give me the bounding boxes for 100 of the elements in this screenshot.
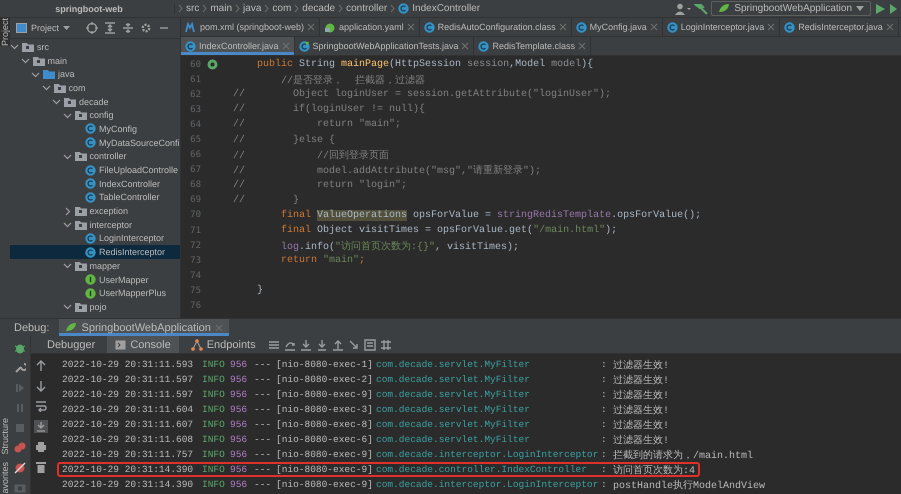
tree-item[interactable]: pojo — [10, 300, 180, 314]
project-tool-tab[interactable]: Project — [0, 18, 10, 46]
class-icon — [576, 22, 587, 32]
class-icon — [85, 178, 96, 190]
tree-item[interactable]: TableController — [10, 190, 180, 204]
line-number: 73 — [189, 256, 201, 266]
locate-icon[interactable] — [86, 22, 98, 34]
print-icon[interactable] — [35, 441, 47, 453]
editor-tab[interactable]: SpringbootWebApplicationTests.java — [294, 37, 474, 55]
close-icon[interactable] — [767, 23, 776, 31]
code-line: final Object visitTimes = opsForValue.get("/main.html"); — [280, 225, 618, 236]
bean-icon[interactable] — [207, 59, 218, 70]
editor-tab[interactable]: application.yaml — [320, 18, 420, 36]
log-line: 2022-10-29 20:31:11.757 INFO 956 --- [nio-8080-exec-9] com.decade.interceptor.LoginInterceptor : 拦截到的请求为，/main.html — [61, 448, 754, 462]
breadcrumb-item[interactable]: decade — [302, 3, 336, 14]
close-icon[interactable] — [406, 23, 415, 31]
folder-icon — [54, 82, 66, 93]
tree-item[interactable]: IndexController — [10, 176, 180, 191]
wrench-icon[interactable] — [14, 362, 26, 374]
editor-tab[interactable]: RedisAutoConfiguration.class — [420, 18, 572, 36]
code-line: public String mainPage(HttpSession session,Model model){ — [256, 59, 594, 70]
close-icon[interactable] — [307, 23, 316, 31]
caret-icon — [63, 26, 70, 30]
step-out-icon — [332, 338, 344, 350]
tree-item[interactable]: main — [10, 54, 180, 68]
tree-item[interactable]: UserMapper — [10, 272, 180, 286]
debug-tab[interactable]: Console — [107, 336, 179, 353]
folder-icon — [74, 110, 86, 120]
tree-item[interactable]: com — [10, 81, 180, 95]
favorites-tool-tab[interactable]: avorites — [0, 462, 10, 494]
close-icon[interactable] — [578, 42, 586, 50]
debug-tab[interactable]: Endpoints — [182, 336, 264, 353]
tree-item[interactable]: mapper — [10, 259, 180, 273]
breadcrumb-item[interactable]: src — [186, 3, 200, 14]
trace-icon — [380, 338, 392, 350]
run-configuration-dropdown[interactable]: SpringbootWebApplication — [711, 1, 871, 16]
collapse-all-icon[interactable] — [122, 22, 134, 34]
log-line: 2022-10-29 20:31:11.604 INFO 956 --- [nio-8080-exec-3] com.decade.servlet.MyFilter : 过滤器生效! — [61, 403, 670, 417]
code-line: // model.addAttribute("msg","请重新登录"); — [233, 164, 542, 178]
breadcrumb-item[interactable]: controller — [346, 3, 388, 14]
breadcrumb-item[interactable]: main — [210, 3, 232, 14]
editor-tab[interactable]: LoginInterceptor.java — [662, 18, 780, 36]
project-view-dropdown[interactable]: Project — [16, 23, 70, 33]
user-icon[interactable] — [675, 2, 692, 14]
breakpoints-icon[interactable] — [14, 442, 26, 454]
expand-all-icon[interactable] — [104, 22, 116, 34]
run-icon[interactable] — [874, 2, 886, 14]
tree-item[interactable]: src — [10, 40, 180, 54]
log-line: 2022-10-29 20:31:14.390 INFO 956 --- [nio-8080-exec-9] com.decade.interceptor.LoginInterceptor : postHandle执行ModelAndView — [61, 478, 766, 492]
tree-item[interactable]: controller — [10, 150, 180, 164]
class-icon — [185, 40, 196, 52]
scroll-to-end-icon[interactable] — [34, 420, 48, 433]
settings-icon[interactable] — [140, 22, 152, 34]
mute-breakpoints-icon[interactable] — [14, 462, 26, 474]
trash-icon[interactable] — [35, 461, 47, 473]
tree-item[interactable]: decade — [10, 94, 180, 108]
soft-wrap-icon[interactable] — [35, 400, 47, 412]
editor-tab[interactable]: MyConfig.java — [572, 18, 663, 36]
tree-item[interactable]: config — [10, 108, 180, 122]
editor-tab[interactable]: RedisTemplate.class — [474, 37, 592, 55]
tree-item[interactable]: LoginInterceptor — [10, 232, 180, 246]
close-icon[interactable] — [558, 23, 567, 31]
log-line: 2022-10-29 20:31:11.597 INFO 956 --- [nio-8080-exec-2] com.decade.servlet.MyFilter : 过滤器生效! — [61, 373, 670, 387]
class-icon — [85, 192, 96, 203]
tree-item[interactable]: UserMapperPlus — [10, 286, 180, 300]
hammer-icon[interactable] — [694, 2, 708, 14]
caret-icon — [856, 6, 864, 11]
list-icon — [268, 338, 280, 350]
close-icon[interactable] — [650, 23, 658, 31]
up-arrow-icon[interactable] — [35, 360, 47, 372]
debug-tab[interactable]: Debugger — [39, 336, 104, 353]
code-line: // return "login"; — [233, 180, 408, 191]
breadcrumb-item[interactable]: com — [272, 3, 292, 14]
console-icon — [115, 340, 126, 350]
separator-icon — [235, 4, 240, 13]
close-icon[interactable] — [886, 23, 894, 31]
editor-tab[interactable]: pom.xml (springboot-web) — [181, 18, 320, 36]
line-number: 65 — [189, 135, 201, 146]
structure-tool-tab[interactable]: Structure — [0, 418, 10, 454]
editor-tab[interactable]: IndexController.java — [181, 37, 295, 55]
code-line: // //回到登录页面 — [233, 149, 390, 162]
code-line: //是否登录， 拦截器，过滤器 — [280, 74, 426, 87]
breadcrumb-item[interactable]: IndexController — [398, 3, 480, 14]
log-line: 2022-10-29 20:31:11.608 INFO 956 --- [nio-8080-exec-6] com.decade.servlet.MyFilter : 过滤器生效! — [61, 433, 670, 447]
line-number: 70 — [189, 210, 201, 220]
debug-session-tab[interactable]: SpringbootWebApplication — [59, 319, 229, 336]
close-icon[interactable] — [461, 42, 470, 50]
tree-item[interactable]: interceptor — [10, 218, 180, 232]
bug-icon[interactable] — [14, 342, 26, 354]
tree-item[interactable]: MyConfig — [10, 122, 180, 136]
tree-item[interactable]: FileUploadControlle — [10, 163, 180, 177]
line-number: 66 — [189, 150, 201, 160]
tree-item[interactable]: java — [10, 67, 180, 82]
tree-item[interactable]: exception — [10, 204, 180, 218]
line-number: 61 — [189, 74, 201, 85]
editor-tab[interactable]: RedisInterceptor.java — [780, 18, 899, 36]
breadcrumb-item[interactable]: java — [243, 3, 262, 14]
tree-item[interactable]: RedisInterceptor — [10, 245, 180, 259]
tree-item[interactable]: MyDataSourceConfi — [10, 136, 180, 150]
down-arrow-icon[interactable] — [35, 380, 47, 392]
